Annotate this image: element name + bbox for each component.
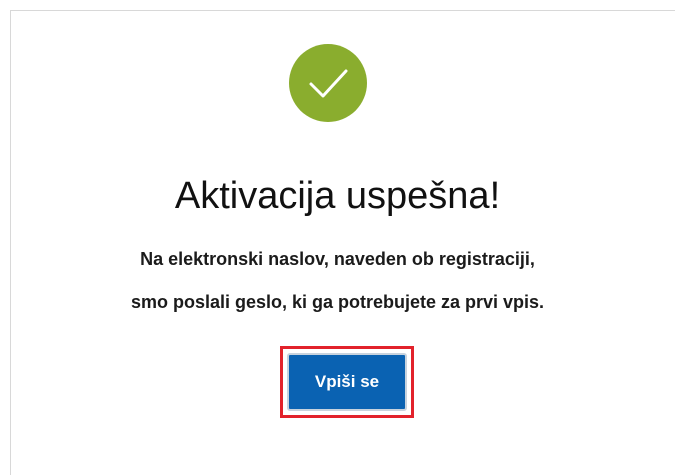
- message-line-2: smo poslali geslo, ki ga potrebujete za …: [130, 292, 545, 312]
- message-line-1: Na elektronski naslov, naveden ob regist…: [140, 249, 535, 269]
- page-title: Aktivacija uspešna!: [174, 175, 501, 217]
- success-checkmark-icon: [289, 44, 367, 122]
- login-button[interactable]: Vpiši se: [287, 353, 407, 411]
- checkmark-icon: [289, 44, 367, 122]
